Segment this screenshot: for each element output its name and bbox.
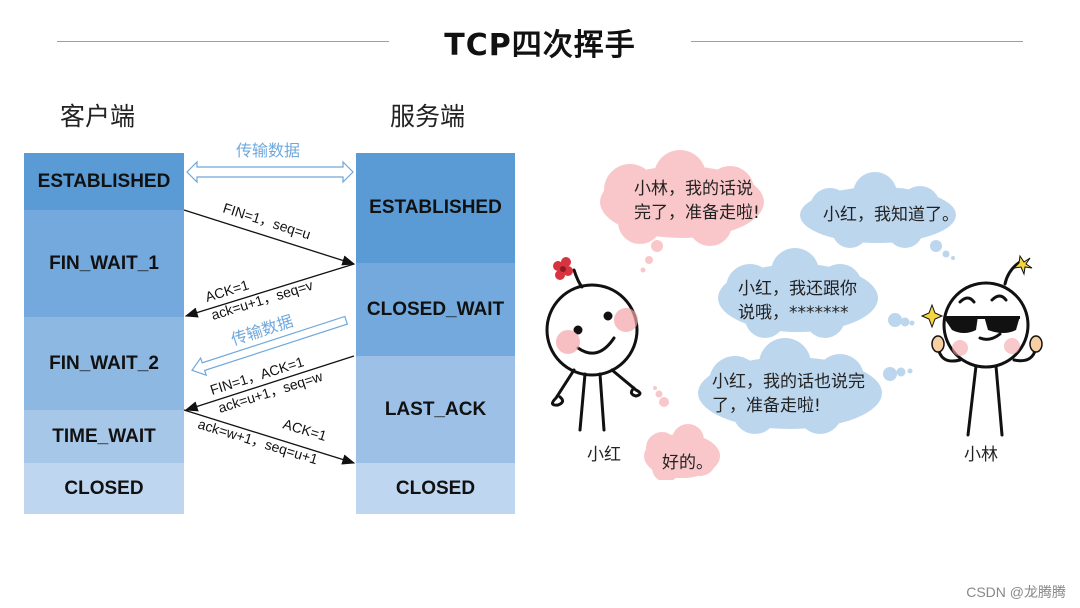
spark-icon [1012, 254, 1033, 276]
msg4-label-a: ACK=1 [281, 416, 329, 444]
blush-icon [556, 330, 580, 354]
blush-icon [1004, 338, 1020, 354]
bubble-1-text: 小林，我的话说 完了，准备走啦! [634, 179, 760, 223]
hand-icon [1029, 335, 1043, 353]
handshake-arrows: 传输数据 FIN=1，seq=u ACK=1 ack=u+1，seq=v 传输数… [183, 142, 356, 467]
hand-icon [931, 335, 945, 353]
blush-icon [952, 340, 968, 356]
watermark: CSDN @龙腾腾 [966, 584, 1066, 600]
character-right-name: 小林 [964, 445, 998, 465]
title-rule-right [691, 41, 1023, 42]
bubble-4-text: 小红，我的话也说完 了，准备走啦! [712, 372, 865, 416]
flower-icon [553, 257, 573, 280]
blush-icon [614, 308, 638, 332]
bubble-3-text: 小红，我还跟你 说哦，******* [738, 279, 857, 323]
character-left-name: 小红 [587, 445, 621, 465]
data-transfer-double-arrow [186, 160, 354, 184]
bubble-2-text: 小红，我知道了。 [823, 205, 959, 225]
bubble-5-text: 好的。 [662, 453, 713, 473]
data-transfer-label: 传输数据 [236, 142, 300, 160]
sparkle-icon [920, 303, 944, 329]
